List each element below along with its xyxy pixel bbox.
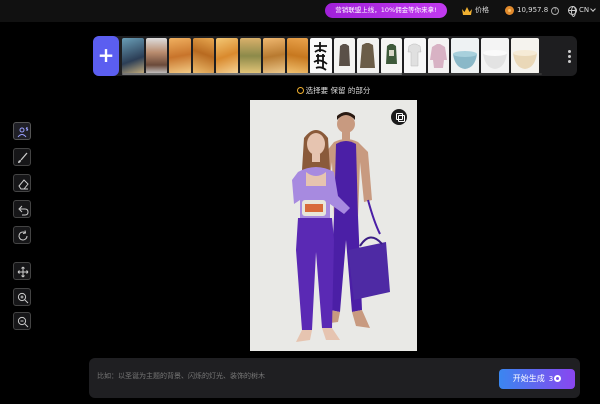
promo-banner[interactable]: 营销联盟上线，10%佣金等你来拿! [325,3,447,18]
redo-icon [18,230,28,241]
prompt-bar: 开始生成3 [89,358,580,398]
help-icon[interactable]: ? [551,6,560,15]
generate-label: 开始生成 [512,374,545,383]
credit-icon [554,375,562,382]
add-image-button[interactable]: + [93,36,119,76]
eraser-tool[interactable] [13,174,31,192]
thumbnail-item[interactable] [511,38,539,74]
more-options-icon[interactable] [568,50,571,63]
prompt-input[interactable] [97,366,477,386]
bowl-artwork [513,50,537,69]
garment-artwork [360,43,375,68]
coin-icon [505,6,514,15]
strip-scrollbar-thumb[interactable] [122,73,402,75]
edit-canvas[interactable] [250,100,417,351]
thumbnail-item[interactable] [122,38,144,74]
redo-button[interactable] [13,226,31,244]
eraser-icon [18,179,29,190]
move-icon [17,266,29,278]
bowl-artwork [453,51,477,69]
chevron-down-icon [590,6,596,12]
thumbnail-item[interactable] [239,38,261,74]
person-select-icon [17,127,29,138]
thumbnail-item[interactable] [192,38,214,74]
crown-icon [462,6,472,15]
generate-button[interactable]: 开始生成 3 [499,369,575,389]
credits-balance[interactable]: 10,957.8 ? [505,4,560,17]
thumbnail-item[interactable] [145,38,167,74]
thumbnail-item[interactable] [451,38,479,74]
thumbnail-item[interactable] [216,38,238,74]
zoom-out-icon [17,316,29,328]
image-strip: + [93,36,577,76]
selection-hint: 选择要 保留 的部分 [0,85,600,96]
thumbnail-item[interactable] [481,38,509,74]
top-bar: 营销联盟上线，10%佣金等你来拿! 价格 10,957.8 ? CN [0,0,600,22]
language-label: CN [579,6,590,14]
thumbnail-item[interactable] [286,38,308,74]
zoom-in-button[interactable] [13,288,31,306]
strip-scrollbar[interactable] [122,73,542,75]
crop-toggle-button[interactable] [391,109,407,125]
calligraphy-artwork [313,42,328,71]
garment-artwork [429,44,447,68]
thumbnail-item[interactable] [380,38,402,74]
pricing-link[interactable]: 价格 [462,4,489,17]
garment-artwork [338,44,350,66]
lightbulb-icon [296,87,304,94]
thumbnail-item[interactable] [404,38,426,74]
pan-tool[interactable] [13,262,31,280]
credits-value: 10,957.8 [517,6,549,14]
language-selector[interactable]: CN [568,4,596,17]
smart-select-tool[interactable] [13,122,31,140]
undo-button[interactable] [13,200,31,218]
thumbnail-item[interactable] [427,38,449,74]
selection-hint-text: 选择要 保留 的部分 [305,86,371,95]
thumbnail-item[interactable] [310,38,332,74]
bowl-artwork [483,50,507,69]
thumbnail-list [122,38,539,74]
generate-cost: 3 [548,375,554,383]
garment-artwork [385,44,397,64]
thumbnail-item[interactable] [263,38,285,74]
zoom-out-button[interactable] [13,312,31,330]
zoom-in-icon [17,292,29,304]
brush-tool[interactable] [13,148,31,166]
undo-icon [18,205,29,216]
thumbnail-item[interactable] [357,38,379,74]
thumbnail-item[interactable] [169,38,191,74]
brush-icon [18,152,28,163]
thumbnail-item[interactable] [333,38,355,74]
globe-icon [568,6,577,17]
garment-artwork [407,43,422,67]
product-photo [292,112,390,342]
pricing-label: 价格 [475,6,489,14]
